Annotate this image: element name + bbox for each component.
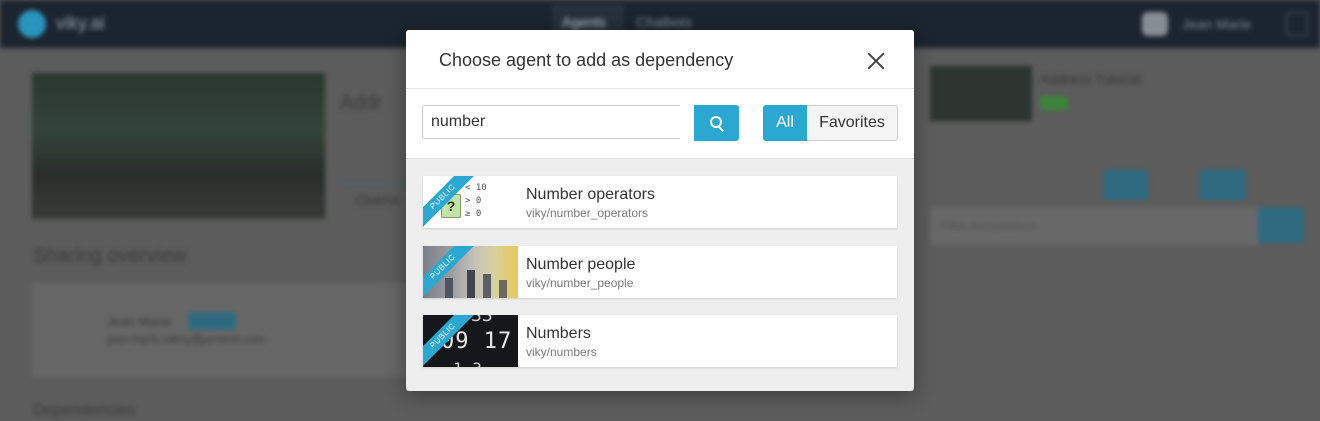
choose-dependency-modal: Choose agent to add as dependency All Fa… (406, 30, 914, 391)
photo-detail (445, 278, 453, 298)
operators-glyphs: < 10 > 0 ≥ 0 (465, 182, 487, 221)
result-name: Number people (526, 256, 636, 273)
close-icon[interactable] (864, 49, 888, 73)
search-button[interactable] (694, 105, 739, 141)
photo-detail (499, 280, 507, 298)
result-name: Numbers (526, 325, 591, 342)
result-slug: viky/numbers (526, 345, 597, 359)
photo-detail (483, 274, 491, 298)
agent-thumbnail: PUBLIC (423, 246, 518, 298)
op-glyph: ≥ 0 (465, 209, 482, 219)
result-slug: viky/number_people (526, 276, 634, 290)
modal-title: Choose agent to add as dependency (439, 50, 734, 70)
result-item-number-people[interactable]: PUBLIC Number people viky/number_people (423, 246, 897, 298)
result-slug: viky/number_operators (526, 206, 649, 220)
search-input[interactable] (422, 105, 680, 139)
modal-header: Choose agent to add as dependency (406, 30, 914, 89)
result-item-number-operators[interactable]: ? < 10 > 0 ≥ 0 PUBLIC Number operators v… (423, 176, 897, 228)
result-name: Number operators (526, 186, 655, 203)
filter-favorites-button[interactable]: Favorites (807, 105, 898, 141)
digits-top: 33 (471, 315, 493, 326)
result-item-numbers[interactable]: 33 09 17 1 3 PUBLIC Numbers viky/numbers (423, 315, 897, 367)
search-row: All Favorites (406, 89, 914, 159)
agent-thumbnail: 33 09 17 1 3 PUBLIC (423, 315, 518, 367)
op-glyph: < 10 (465, 183, 487, 193)
filter-all-button[interactable]: All (763, 105, 807, 141)
photo-detail (467, 270, 475, 298)
search-icon-handle (718, 126, 724, 132)
agent-thumbnail: ? < 10 > 0 ≥ 0 PUBLIC (423, 176, 518, 228)
digits-bottom: 1 3 (453, 359, 482, 367)
op-glyph: > 0 (465, 196, 482, 206)
